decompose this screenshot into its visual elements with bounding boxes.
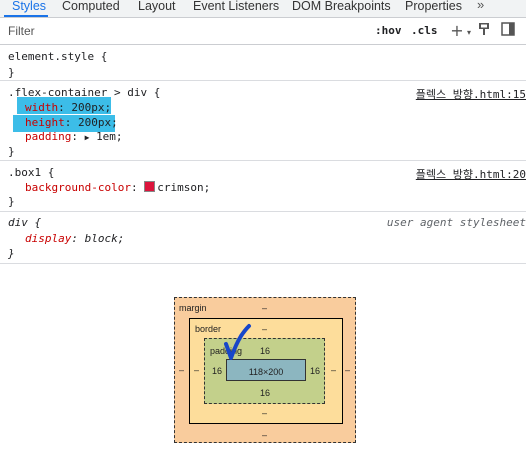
margin-bottom-value[interactable]: –	[262, 430, 267, 440]
property-name: padding	[25, 130, 72, 143]
property-name: display	[25, 232, 72, 245]
more-tabs-icon[interactable]: »	[477, 0, 484, 12]
rule-close: }	[8, 247, 15, 260]
element-style-close: }	[8, 66, 15, 79]
property-display: display: block;	[25, 232, 125, 245]
rule-divider	[0, 211, 526, 212]
tab-properties[interactable]: Properties	[405, 0, 462, 17]
paint-icon	[479, 23, 489, 35]
margin-label: margin	[179, 303, 207, 313]
border-left-value[interactable]: –	[194, 365, 199, 375]
rule-divider	[0, 80, 526, 81]
hov-button[interactable]: :hov	[375, 24, 402, 37]
tab-dom-breakpoints[interactable]: DOM Breakpoints	[292, 0, 391, 17]
property-width[interactable]: width: 200px;	[25, 101, 111, 114]
tab-computed[interactable]: Computed	[62, 0, 120, 17]
user-agent-label: user agent stylesheet	[386, 216, 526, 229]
filter-bar: :hov .cls + ▾	[0, 18, 526, 45]
new-rule-dropdown-icon[interactable]: ▾	[461, 22, 477, 40]
padding-right-value[interactable]: 16	[310, 366, 320, 376]
tab-layout[interactable]: Layout	[138, 0, 176, 17]
margin-right-value[interactable]: –	[345, 365, 350, 375]
property-value[interactable]: 1em;	[96, 130, 123, 143]
border-bottom-value[interactable]: –	[262, 408, 267, 418]
property-name: height	[25, 116, 65, 129]
padding-top-value[interactable]: 16	[260, 346, 270, 356]
rule-close: }	[8, 145, 15, 158]
property-value: block;	[84, 232, 125, 245]
sidebar-icon	[501, 22, 515, 36]
color-swatch[interactable]	[144, 181, 156, 192]
padding-left-value[interactable]: 16	[212, 366, 222, 376]
border-right-value[interactable]: –	[331, 365, 336, 375]
property-padding[interactable]: padding: ▶ 1em;	[25, 130, 123, 143]
property-name: background-color	[25, 181, 131, 194]
tab-event-listeners[interactable]: Event Listeners	[193, 0, 279, 17]
div-selector: div {	[8, 216, 42, 229]
element-style-selector[interactable]: element.style {	[8, 50, 107, 63]
property-background-color[interactable]: background-color: crimson;	[25, 181, 210, 194]
rule-divider	[0, 263, 526, 264]
toggle-paint-icon[interactable]	[476, 22, 492, 40]
tab-bar: Styles Computed Layout Event Listeners D…	[0, 0, 526, 18]
border-label: border	[195, 324, 222, 334]
expand-triangle-icon[interactable]: ▶	[85, 133, 90, 142]
border-top-value[interactable]: –	[262, 324, 267, 334]
property-value[interactable]: 200px;	[71, 101, 111, 114]
toggle-sidebar-icon[interactable]	[500, 22, 516, 40]
property-value[interactable]: crimson;	[157, 181, 210, 194]
cls-button[interactable]: .cls	[411, 24, 438, 37]
flex-container-selector[interactable]: .flex-container > div {	[8, 86, 160, 99]
content-size: 118×200	[248, 367, 284, 377]
property-height[interactable]: height: 200px;	[25, 116, 118, 129]
filter-input[interactable]	[8, 24, 308, 38]
property-name: width	[25, 101, 59, 114]
source-link[interactable]: 플렉스 방향.html:15	[416, 86, 526, 102]
box1-selector[interactable]: .box1 {	[8, 166, 54, 179]
padding-bottom-value[interactable]: 16	[260, 388, 270, 398]
active-tab-indicator	[4, 15, 48, 17]
margin-left-value[interactable]: –	[179, 365, 184, 375]
checkmark-annotation-icon	[224, 324, 251, 360]
rule-divider	[0, 160, 526, 161]
margin-top-value[interactable]: –	[262, 303, 267, 313]
property-value[interactable]: 200px;	[78, 116, 118, 129]
source-link[interactable]: 플렉스 방향.html:20	[416, 166, 526, 182]
rule-close: }	[8, 195, 15, 208]
